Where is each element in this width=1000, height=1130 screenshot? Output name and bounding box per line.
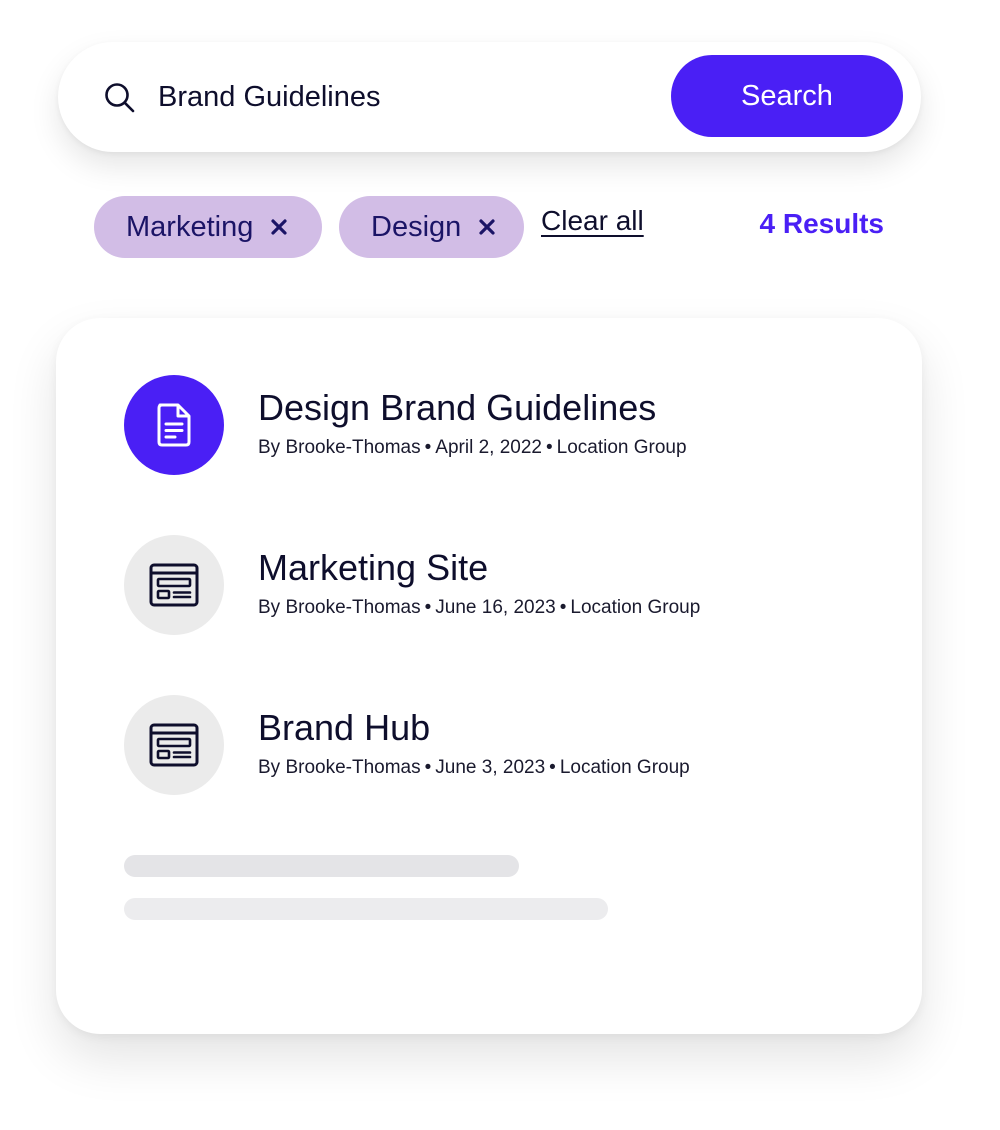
result-location: Location Group	[570, 597, 701, 618]
separator-dot: •	[424, 437, 432, 458]
search-input[interactable]	[158, 72, 658, 122]
document-icon	[157, 403, 191, 447]
result-author: By Brooke-Thomas	[258, 597, 421, 618]
result-title: Marketing Site	[258, 547, 489, 588]
result-item[interactable]: Design Brand Guidelines By Brooke-Thomas…	[124, 375, 844, 475]
separator-dot: •	[424, 757, 432, 778]
result-meta: By Brooke-Thomas • June 16, 2023 • Location …	[258, 597, 700, 619]
result-date: June 16, 2023	[435, 597, 556, 618]
result-meta: By Brooke-Thomas • June 3, 2023 • Location G…	[258, 757, 690, 779]
filter-chip-design[interactable]: Design	[339, 196, 524, 258]
loading-placeholder	[124, 855, 519, 877]
result-icon-wrapper	[124, 535, 224, 635]
result-date: June 3, 2023	[435, 757, 546, 778]
results-count: 4 Results	[759, 208, 885, 239]
search-icon	[105, 83, 135, 113]
close-icon[interactable]	[269, 217, 289, 237]
result-title: Brand Hub	[258, 707, 431, 748]
result-icon-wrapper	[124, 695, 224, 795]
result-location: Location Group	[559, 757, 690, 778]
clear-all-link[interactable]: Clear all	[541, 205, 644, 237]
results-card: Design Brand Guidelines By Brooke-Thomas…	[56, 318, 922, 1034]
result-item[interactable]: Marketing Site By Brooke-Thomas • June 16,…	[124, 535, 844, 635]
result-location: Location Group	[556, 437, 687, 458]
webpage-icon	[149, 563, 199, 607]
search-bar: Search	[58, 42, 921, 152]
result-icon-wrapper	[124, 375, 224, 475]
result-title: Design Brand Guidelines	[258, 387, 657, 428]
result-author: By Brooke-Thomas	[258, 437, 421, 458]
search-button[interactable]: Search	[671, 55, 903, 137]
webpage-icon	[149, 723, 199, 767]
separator-dot: •	[424, 597, 432, 618]
separator-dot: •	[549, 757, 556, 778]
separator-dot: •	[559, 597, 567, 618]
filter-chip-label: Marketing	[126, 210, 254, 243]
result-date: April 2, 2022	[435, 437, 542, 458]
result-meta: By Brooke-Thomas • April 2, 2022 • Location …	[258, 437, 687, 459]
result-item[interactable]: Brand Hub By Brooke-Thomas • June 3, 2023 •…	[124, 695, 844, 795]
result-author: By Brooke-Thomas	[258, 757, 421, 778]
filter-chip-marketing[interactable]: Marketing	[94, 196, 322, 258]
close-icon[interactable]	[477, 217, 497, 237]
separator-dot: •	[545, 437, 553, 458]
filter-chip-label: Design	[371, 210, 462, 243]
loading-placeholder	[124, 898, 608, 920]
